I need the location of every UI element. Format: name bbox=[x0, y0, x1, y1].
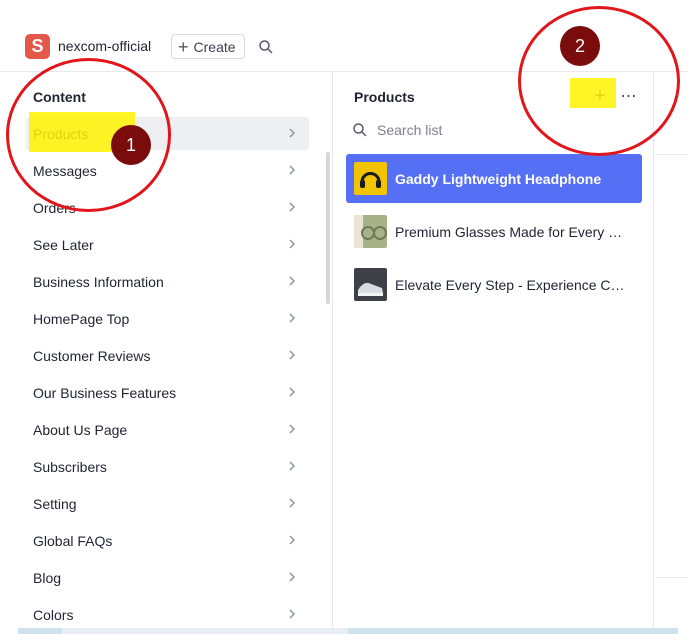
nav-item-label: Global FAQs bbox=[33, 532, 113, 549]
nav-item-label: Setting bbox=[33, 495, 77, 512]
nav-item-label: HomePage Top bbox=[33, 310, 130, 327]
chevron-right-icon bbox=[289, 535, 295, 545]
nav-item-label: About Us Page bbox=[33, 421, 128, 438]
annotation-badge-2: 2 bbox=[560, 26, 600, 66]
chevron-right-icon bbox=[289, 276, 295, 286]
divider bbox=[655, 577, 688, 578]
nav-item-colors[interactable]: Colors bbox=[26, 598, 309, 631]
nav-item-label: Business Information bbox=[33, 273, 164, 290]
nav-item-label: See Later bbox=[33, 236, 94, 253]
nav-item-label: Our Business Features bbox=[33, 384, 177, 401]
create-button-label: Create bbox=[193, 38, 236, 55]
chevron-right-icon bbox=[289, 572, 295, 582]
chevron-right-icon bbox=[289, 313, 295, 323]
glasses-thumbnail bbox=[354, 215, 387, 248]
chevron-right-icon bbox=[289, 202, 295, 212]
chevron-right-icon bbox=[289, 239, 295, 249]
search-icon bbox=[353, 123, 367, 137]
chevron-right-icon bbox=[289, 350, 295, 360]
headphone-thumbnail bbox=[354, 162, 387, 195]
nav-item-customer-reviews[interactable]: Customer Reviews bbox=[26, 339, 309, 372]
chevron-right-icon bbox=[289, 609, 295, 619]
nav-item-homepage-top[interactable]: HomePage Top bbox=[26, 302, 309, 335]
chevron-right-icon bbox=[289, 128, 295, 138]
nav-item-label: Subscribers bbox=[33, 458, 107, 475]
nav-item-about-us-page[interactable]: About Us Page bbox=[26, 413, 309, 446]
nav-item-label: Customer Reviews bbox=[33, 347, 151, 364]
nav-item-global-faqs[interactable]: Global FAQs bbox=[26, 524, 309, 557]
annotation-circle-2 bbox=[518, 6, 680, 156]
studio-logo[interactable]: S bbox=[25, 34, 50, 59]
nav-item-blog[interactable]: Blog bbox=[26, 561, 309, 594]
create-button[interactable]: + Create bbox=[171, 34, 245, 59]
nav-item-our-business-features[interactable]: Our Business Features bbox=[26, 376, 309, 409]
document-list-item[interactable]: Premium Glasses Made for Every Vision bbox=[346, 207, 642, 256]
nav-item-label: Colors bbox=[33, 606, 74, 623]
document-list-item[interactable]: Gaddy Lightweight Headphone bbox=[346, 154, 642, 203]
divider bbox=[655, 154, 688, 155]
editor-pane-edge bbox=[655, 72, 688, 634]
annotation-badge-1: 1 bbox=[111, 125, 151, 165]
workspace-name[interactable]: nexcom-official bbox=[58, 38, 151, 54]
products-pane-title: Products bbox=[354, 89, 415, 105]
document-title: Premium Glasses Made for Every Vision bbox=[395, 223, 625, 240]
nav-item-setting[interactable]: Setting bbox=[26, 487, 309, 520]
nav-item-business-information[interactable]: Business Information bbox=[26, 265, 309, 298]
shoes-thumbnail bbox=[354, 268, 387, 301]
chevron-right-icon bbox=[289, 498, 295, 508]
document-list-item[interactable]: Elevate Every Step - Experience Comfort bbox=[346, 260, 642, 309]
chevron-right-icon bbox=[289, 461, 295, 471]
nav-item-label: Blog bbox=[33, 569, 62, 586]
search-icon[interactable] bbox=[258, 39, 274, 55]
chevron-right-icon bbox=[289, 165, 295, 175]
plus-icon: + bbox=[178, 36, 189, 57]
nav-item-subscribers[interactable]: Subscribers bbox=[26, 450, 309, 483]
chevron-right-icon bbox=[289, 424, 295, 434]
nav-item-see-later[interactable]: See Later bbox=[26, 228, 309, 261]
document-title: Elevate Every Step - Experience Comfort bbox=[395, 276, 625, 293]
chevron-right-icon bbox=[289, 387, 295, 397]
products-pane: Products + ⋯ Gaddy Lightweight Headphone… bbox=[334, 72, 654, 634]
bottom-strip bbox=[18, 628, 678, 634]
scrollbar[interactable] bbox=[326, 152, 330, 304]
document-title: Gaddy Lightweight Headphone bbox=[395, 170, 602, 187]
